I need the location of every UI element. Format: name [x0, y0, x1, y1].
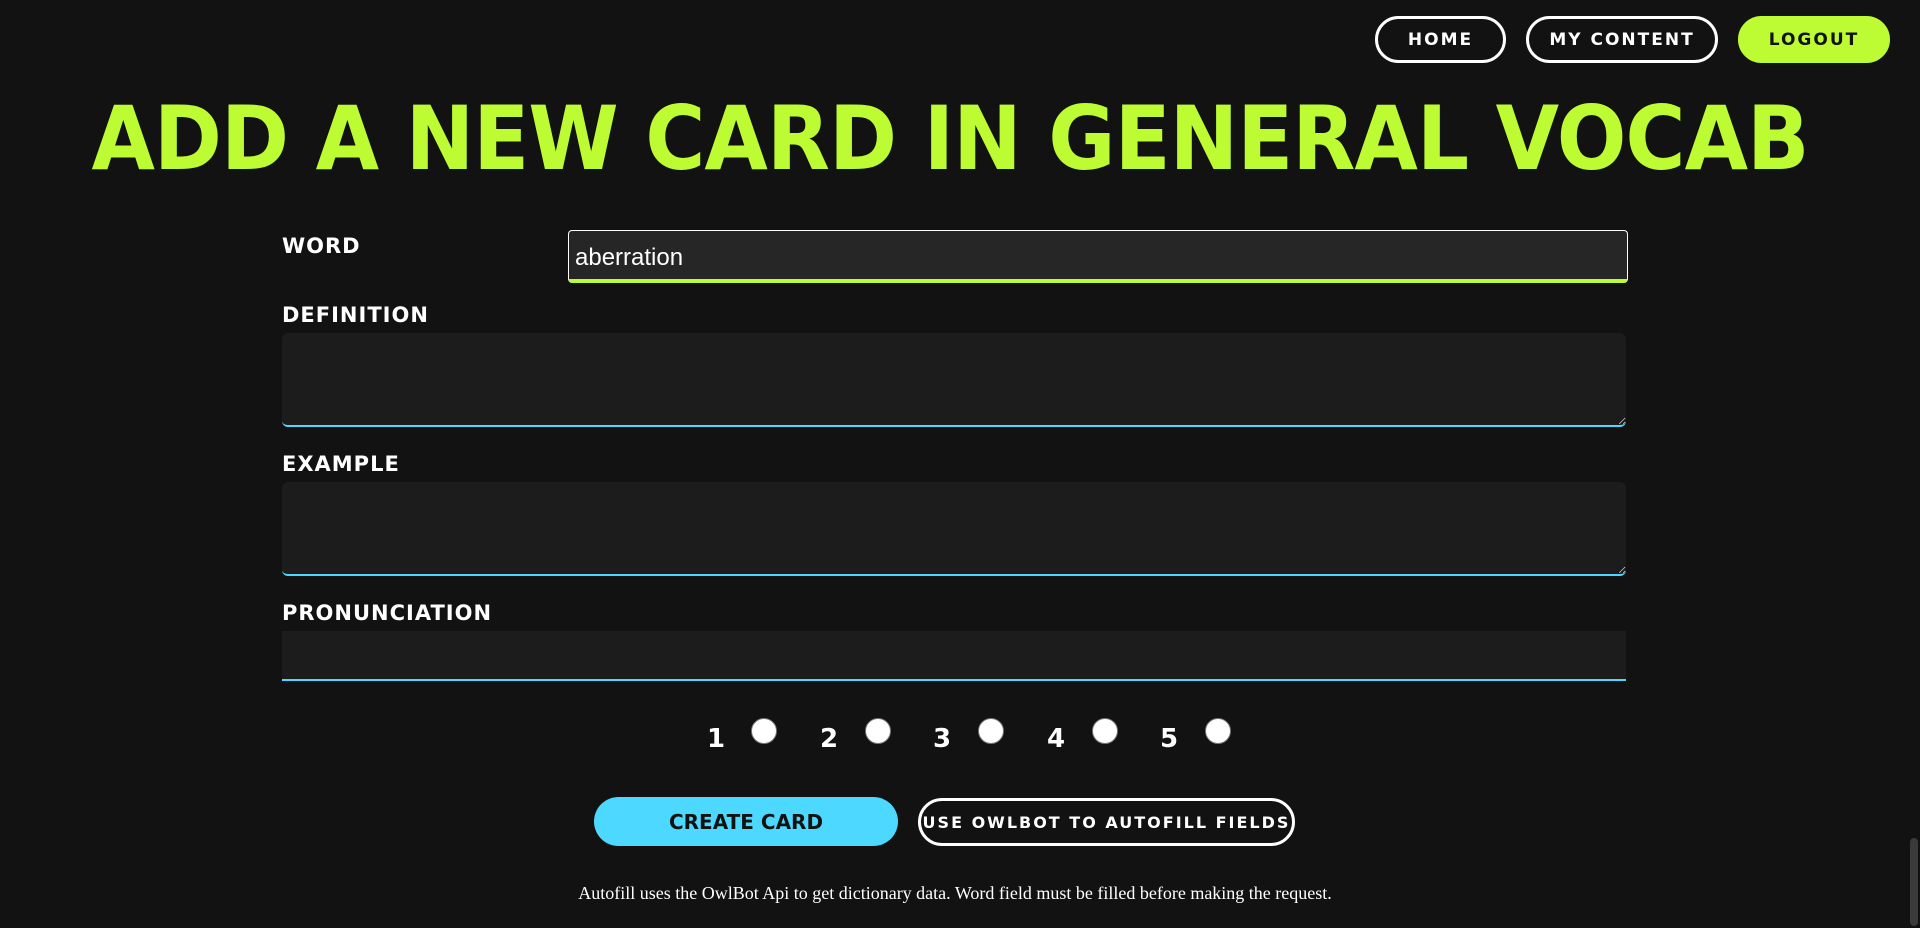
page-scrollbar[interactable]	[1908, 0, 1920, 928]
rating-label-1: 1	[707, 724, 726, 754]
home-button[interactable]: HOME	[1375, 16, 1506, 63]
pronunciation-input[interactable]	[282, 631, 1626, 681]
definition-textarea[interactable]	[282, 333, 1626, 427]
pronunciation-label: PRONUNCIATION	[282, 601, 493, 625]
page-title: ADD A NEW CARD IN GENERAL VOCAB	[91, 88, 1809, 191]
rating-radio-3[interactable]	[978, 718, 1004, 744]
word-label: WORD	[282, 234, 361, 258]
rating-radio-2[interactable]	[865, 718, 891, 744]
scrollbar-thumb[interactable]	[1910, 838, 1918, 926]
top-nav: HOME MY CONTENT LOGOUT	[1375, 16, 1890, 63]
rating-label-5: 5	[1160, 724, 1179, 754]
example-textarea[interactable]	[282, 482, 1626, 576]
rating-radio-5[interactable]	[1205, 718, 1231, 744]
logout-button[interactable]: LOGOUT	[1738, 16, 1890, 63]
autofill-note: Autofill uses the OwlBot Api to get dict…	[578, 883, 1332, 903]
create-card-button[interactable]: CREATE CARD	[594, 797, 898, 846]
rating-label-3: 3	[933, 724, 952, 754]
word-input[interactable]	[568, 230, 1628, 283]
difficulty-rating: 1 2 3 4 5	[0, 718, 1920, 758]
my-content-button[interactable]: MY CONTENT	[1526, 16, 1718, 63]
rating-radio-4[interactable]	[1092, 718, 1118, 744]
definition-label: DEFINITION	[282, 303, 429, 327]
page: HOME MY CONTENT LOGOUT ADD A NEW CARD IN…	[0, 0, 1920, 928]
rating-label-4: 4	[1047, 724, 1066, 754]
rating-label-2: 2	[820, 724, 839, 754]
owlbot-autofill-button[interactable]: USE OWLBOT TO AUTOFILL FIELDS	[918, 798, 1295, 846]
rating-radio-1[interactable]	[751, 718, 777, 744]
example-label: EXAMPLE	[282, 452, 400, 476]
